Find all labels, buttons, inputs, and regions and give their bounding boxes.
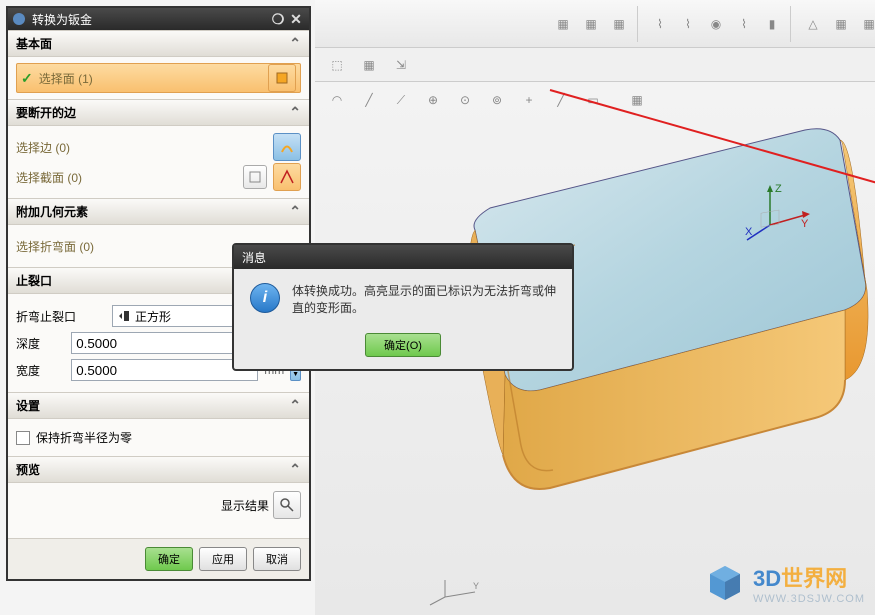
sub-icon-2[interactable]: ▦ bbox=[357, 53, 381, 77]
section-tool-icon-1[interactable] bbox=[243, 165, 267, 189]
chevron-up-icon[interactable]: ⌃ bbox=[289, 35, 301, 52]
section-settings-header[interactable]: 设置 ⌃ bbox=[8, 392, 309, 419]
panel-titlebar: 转换为钣金 ❍ ✕ bbox=[8, 8, 309, 30]
section-geom-header[interactable]: 附加几何元素 ⌃ bbox=[8, 198, 309, 225]
section-basic-header[interactable]: 基本面 ⌃ bbox=[8, 30, 309, 57]
axis-x-label: X bbox=[745, 226, 753, 238]
bend-relief-label: 折弯止裂口 bbox=[16, 308, 106, 325]
section-edges-label: 要断开的边 bbox=[16, 104, 76, 121]
cancel-button[interactable]: 取消 bbox=[253, 547, 301, 571]
panel-footer: 确定 应用 取消 bbox=[8, 538, 309, 579]
toolbar-icon-spring3[interactable]: ⌇ bbox=[732, 12, 756, 36]
chevron-up-icon[interactable]: ⌃ bbox=[289, 461, 301, 478]
watermark-logo-icon bbox=[705, 563, 745, 603]
sub-icon-3[interactable]: ⇲ bbox=[389, 53, 413, 77]
toolbar-icon-spring2[interactable]: ⌇ bbox=[676, 12, 700, 36]
svg-text:Y: Y bbox=[473, 581, 479, 591]
dialog-title-text: 消息 bbox=[242, 249, 266, 266]
select-edge-tool-icon[interactable] bbox=[273, 133, 301, 161]
axis-widget: Z Y X bbox=[745, 180, 815, 250]
watermark-text-b: 世界网 bbox=[781, 566, 847, 591]
apply-button[interactable]: 应用 bbox=[199, 547, 247, 571]
width-label: 宽度 bbox=[16, 362, 65, 379]
section-geom-label: 附加几何元素 bbox=[16, 203, 88, 220]
select-face-row[interactable]: ✓ 选择面 (1) bbox=[16, 63, 301, 93]
toolbar-icon-grid2[interactable]: ▦ bbox=[857, 12, 875, 36]
toolbar-icon-boxes3[interactable]: ▦ bbox=[607, 12, 631, 36]
panel-close-icon[interactable]: ✕ bbox=[287, 10, 305, 28]
toolbar-icon-grid[interactable]: ▦ bbox=[829, 12, 853, 36]
depth-label: 深度 bbox=[16, 335, 65, 352]
curve-icon-1[interactable]: ◠ bbox=[325, 88, 349, 112]
toolbar-icon-disc[interactable]: ◉ bbox=[704, 12, 728, 36]
ok-button[interactable]: 确定 bbox=[145, 547, 193, 571]
keep-zero-radius-checkbox[interactable] bbox=[16, 431, 30, 445]
depth-input[interactable] bbox=[71, 332, 258, 354]
dialog-titlebar: 消息 bbox=[234, 245, 572, 269]
message-dialog: 消息 i 体转换成功。高亮显示的面已标识为无法折弯或伸直的变形面。 确定(O) bbox=[232, 243, 574, 371]
chevron-up-icon[interactable]: ⌃ bbox=[289, 397, 301, 414]
toolbar-icon-boxes2[interactable]: ▦ bbox=[579, 12, 603, 36]
sub-toolbar: ⬚ ▦ ⇲ bbox=[315, 48, 875, 82]
axis-z-label: Z bbox=[775, 183, 782, 195]
csys-bottom-icon: Y bbox=[425, 577, 485, 607]
chevron-up-icon[interactable]: ⌃ bbox=[289, 203, 301, 220]
keep-zero-radius-label: 保持折弯半径为零 bbox=[36, 429, 132, 446]
toolbar-icon-tri[interactable]: △ bbox=[801, 12, 825, 36]
axis-y-label: Y bbox=[801, 218, 809, 230]
section-tool-icon-2[interactable] bbox=[273, 163, 301, 191]
info-icon: i bbox=[250, 283, 280, 313]
toolbar-icon-spring1[interactable]: ⌇ bbox=[648, 12, 672, 36]
select-face-label: 选择面 (1) bbox=[39, 70, 262, 87]
section-preview-header[interactable]: 预览 ⌃ bbox=[8, 456, 309, 483]
select-section-row[interactable]: 选择截面 (0) bbox=[16, 162, 301, 192]
width-input[interactable] bbox=[71, 359, 258, 381]
select-edge-row[interactable]: 选择边 (0) bbox=[16, 132, 301, 162]
section-relief-label: 止裂口 bbox=[16, 272, 52, 289]
panel-help-icon[interactable]: ❍ bbox=[269, 10, 287, 28]
show-result-button[interactable] bbox=[273, 491, 301, 519]
watermark-text-a: 3D bbox=[753, 566, 781, 591]
select-section-label: 选择截面 (0) bbox=[16, 169, 237, 186]
select-edge-label: 选择边 (0) bbox=[16, 139, 267, 156]
top-toolbar: ▦ ▦ ▦ ⌇ ⌇ ◉ ⌇ ▮ △ ▦ ▦ bbox=[315, 0, 875, 48]
watermark-url: WWW.3DSJW.COM bbox=[753, 593, 865, 605]
toolbar-icon-cyl[interactable]: ▮ bbox=[760, 12, 784, 36]
show-result-label: 显示结果 bbox=[221, 497, 269, 514]
bend-relief-value: 正方形 bbox=[135, 308, 171, 325]
section-settings-label: 设置 bbox=[16, 397, 40, 414]
panel-icon bbox=[12, 12, 26, 26]
watermark: 3D世界网 WWW.3DSJW.COM bbox=[705, 561, 865, 605]
keep-zero-radius-row[interactable]: 保持折弯半径为零 bbox=[16, 425, 301, 450]
check-icon: ✓ bbox=[21, 70, 33, 87]
section-basic-label: 基本面 bbox=[16, 35, 52, 52]
panel-title: 转换为钣金 bbox=[32, 11, 269, 28]
section-preview-label: 预览 bbox=[16, 461, 40, 478]
toolbar-icon-boxes1[interactable]: ▦ bbox=[551, 12, 575, 36]
chevron-up-icon[interactable]: ⌃ bbox=[289, 104, 301, 121]
dialog-message: 体转换成功。高亮显示的面已标识为无法折弯或伸直的变形面。 bbox=[292, 283, 556, 317]
select-face-tool-icon[interactable] bbox=[268, 64, 296, 92]
dialog-ok-button[interactable]: 确定(O) bbox=[365, 333, 441, 357]
sub-icon-1[interactable]: ⬚ bbox=[325, 53, 349, 77]
section-edges-header[interactable]: 要断开的边 ⌃ bbox=[8, 99, 309, 126]
